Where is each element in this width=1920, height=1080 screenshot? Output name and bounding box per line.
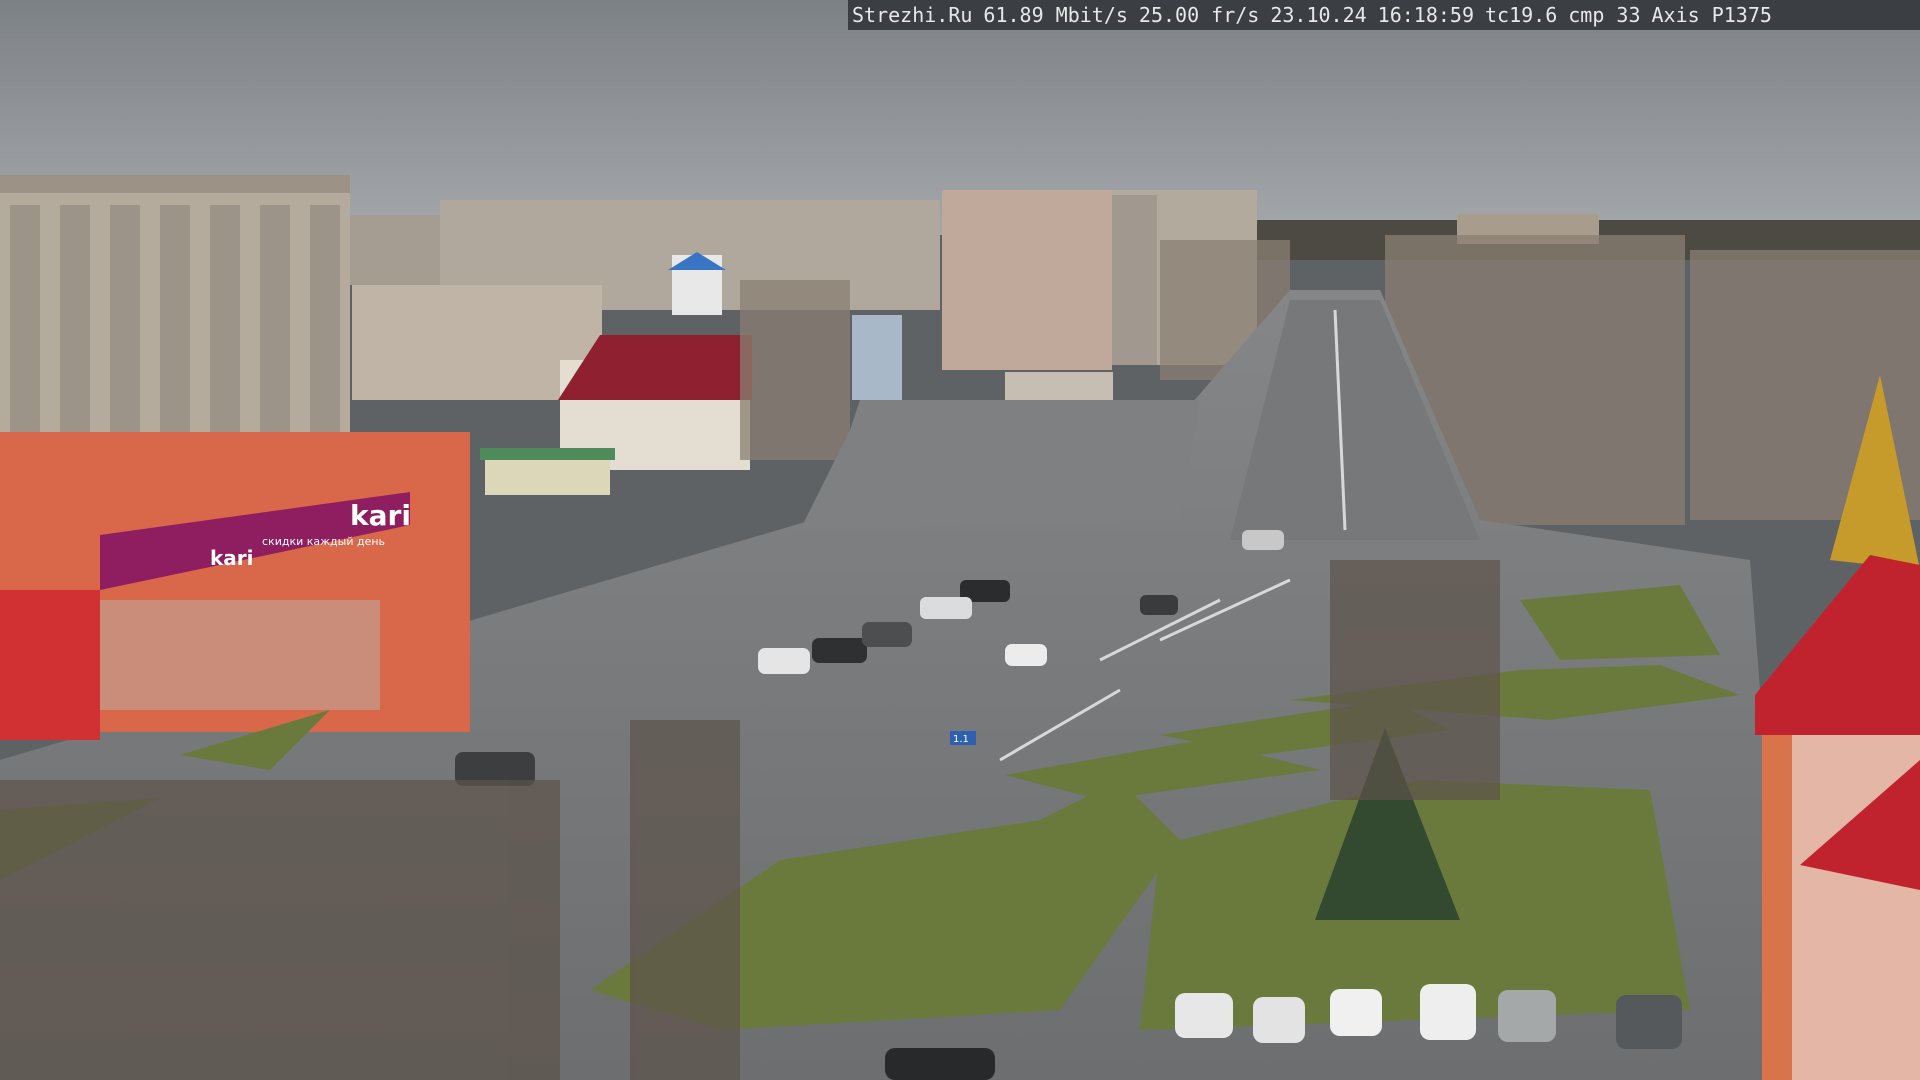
store-building: kari kari скидки каждый день bbox=[0, 432, 470, 740]
overlay-time: 16:18:59 bbox=[1377, 3, 1474, 27]
overlay-cmp: cmp 33 bbox=[1568, 3, 1641, 27]
overlay-date: 23.10.24 bbox=[1270, 3, 1367, 27]
turret-building bbox=[1755, 555, 1920, 1080]
kiosk-green-roof bbox=[480, 448, 615, 460]
overlay-model: Axis P1375 bbox=[1651, 3, 1772, 27]
city-street-scene: kari kari скидки каждый день 1.1 bbox=[0, 0, 1920, 1080]
store-sign-side: kari bbox=[210, 546, 254, 570]
store-sign-main: kari bbox=[350, 499, 411, 532]
overlay-site: Strezhi.Ru bbox=[852, 3, 973, 27]
overlay-framerate: 25.00 fr/s bbox=[1138, 3, 1260, 27]
store-sign-caption: скидки каждый день bbox=[262, 535, 385, 548]
camera-overlay-bar: Strezhi.Ru 61.89 Mbit/s 25.00 fr/s 23.10.24… bbox=[848, 0, 1920, 30]
overlay-bitrate: 61.89 Mbit/s bbox=[983, 3, 1128, 27]
plaza-upper bbox=[800, 400, 1200, 530]
overlay-tc: tc19.6 bbox=[1485, 3, 1558, 27]
street-sign-label: 1.1 bbox=[953, 734, 969, 745]
blue-kiosk bbox=[852, 315, 902, 400]
kiosk-green bbox=[485, 455, 610, 495]
